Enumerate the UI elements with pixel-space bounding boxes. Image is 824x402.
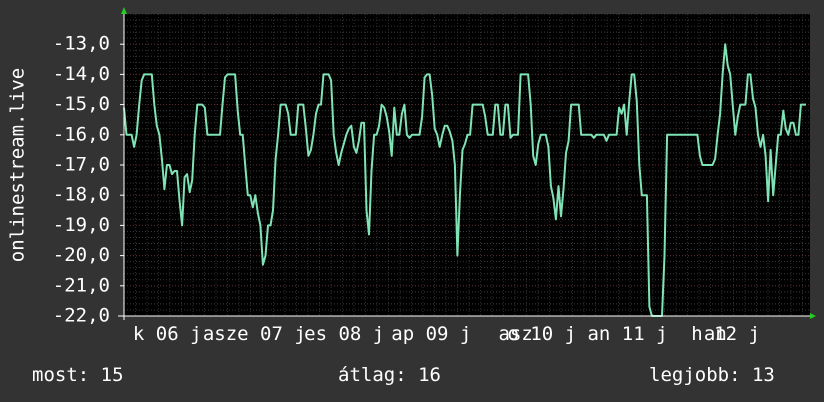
y-tick-label: -14,0 — [53, 63, 110, 85]
x-axis-arrow — [810, 313, 816, 319]
x-axis-ticks: k 06 j asze 07 jes 08 j ap 09 j aszo 10 j an… — [133, 323, 760, 345]
x-tick-label: h 12 j — [691, 323, 760, 345]
y-axis-arrow — [121, 7, 127, 14]
y-tick-label: -18,0 — [53, 184, 110, 206]
y-tick-label: -13,0 — [53, 33, 110, 55]
y-tick-label: -15,0 — [53, 93, 110, 115]
x-tick-label: an 11 j — [587, 323, 667, 345]
x-tick-label: es 08 j — [304, 323, 384, 345]
average-value: átlag: 16 — [338, 364, 441, 386]
y-tick-label: -21,0 — [53, 274, 110, 296]
x-tick-label: o 10 j — [507, 323, 576, 345]
chart: -13,0 -14,0 -15,0 -16,0 -17,0 -18,0 -19,0 -20,0… — [7, 7, 816, 345]
y-tick-label: -16,0 — [53, 123, 110, 145]
best-value: legjobb: 13 — [649, 364, 775, 386]
y-tick-label: -17,0 — [53, 154, 110, 176]
current-value: most: 15 — [32, 364, 124, 386]
y-axis-label: onlinestream.live — [7, 68, 29, 262]
x-tick-label: ap 09 j — [391, 323, 471, 345]
x-tick-label: asze 07 j — [203, 323, 306, 345]
y-tick-label: -22,0 — [53, 305, 110, 327]
y-axis-ticks: -13,0 -14,0 -15,0 -16,0 -17,0 -18,0 -19,0 -20,0… — [53, 33, 124, 327]
y-tick-label: -20,0 — [53, 244, 110, 266]
y-tick-label: -19,0 — [53, 214, 110, 236]
x-tick-label: k 06 j — [133, 323, 202, 345]
